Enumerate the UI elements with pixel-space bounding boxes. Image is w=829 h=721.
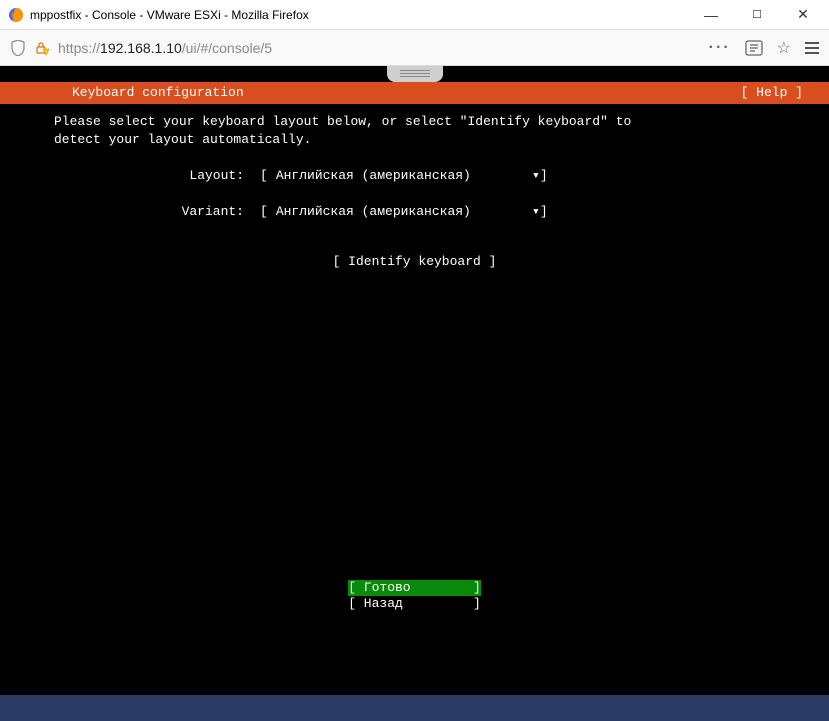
layout-select[interactable]: [ Английская (американская) ▾ ] (260, 168, 548, 184)
hamburger-menu-icon[interactable] (805, 42, 819, 54)
firefox-icon (8, 7, 24, 23)
page-content: Keyboard configuration [ Help ] Please s… (0, 66, 829, 721)
back-button[interactable]: [ Назад ] (348, 596, 481, 612)
chevron-down-icon: ▾ (498, 204, 540, 220)
browser-urlbar: https://192.168.1.10/ui/#/console/5 ··· … (0, 30, 829, 66)
installer-body: Please select your keyboard layout below… (0, 104, 829, 695)
bracket-close: ] (540, 204, 548, 220)
tracking-protection-icon[interactable] (10, 40, 26, 56)
help-button[interactable]: [ Help ] (741, 85, 829, 101)
url-prefix: https:// (58, 40, 100, 56)
footer-buttons: [ Готово ] [ Назад ] (0, 580, 829, 612)
console-top-strip (0, 66, 829, 82)
address-field[interactable]: https://192.168.1.10/ui/#/console/5 (58, 40, 709, 56)
chevron-down-icon: ▾ (498, 168, 540, 184)
console-bottom-bar (0, 695, 829, 721)
bracket-open: [ (260, 204, 268, 220)
layout-row: Layout: [ Английская (американская) ▾ ] (0, 148, 829, 184)
window-titlebar: mppostfix - Console - VMware ESXi - Mozi… (0, 0, 829, 30)
window-controls: — ☐ ✕ (697, 5, 821, 25)
bookmark-icon[interactable]: ☆ (777, 38, 791, 58)
close-button[interactable]: ✕ (789, 5, 817, 25)
instruction-line1: Please select your keyboard layout below… (0, 114, 829, 130)
variant-label: Variant: (0, 204, 260, 220)
instruction-line2: detect your layout automatically. (0, 130, 829, 148)
url-host: 192.168.1.10 (100, 40, 182, 56)
installer-header: Keyboard configuration [ Help ] (0, 82, 829, 104)
done-button[interactable]: [ Готово ] (348, 580, 481, 596)
variant-row: Variant: [ Английская (американская) ▾ ] (0, 184, 829, 220)
variant-select[interactable]: [ Английская (американская) ▾ ] (260, 204, 548, 220)
url-path: /ui/#/console/5 (182, 40, 272, 56)
layout-label: Layout: (0, 168, 260, 184)
window-title: mppostfix - Console - VMware ESXi - Mozi… (30, 8, 697, 22)
console-drag-handle[interactable] (387, 66, 443, 82)
lock-warning-icon[interactable] (34, 40, 50, 56)
bracket-open: [ (260, 168, 268, 184)
minimize-button[interactable]: — (697, 5, 725, 25)
installer-header-title: Keyboard configuration (72, 85, 741, 101)
layout-value: Английская (американская) (268, 168, 498, 184)
urlbar-right-icons: ··· ☆ (709, 38, 819, 58)
variant-value: Английская (американская) (268, 204, 498, 220)
page-actions-icon[interactable]: ··· (709, 39, 731, 57)
text-console: Keyboard configuration [ Help ] Please s… (0, 82, 829, 721)
maximize-button[interactable]: ☐ (743, 5, 771, 25)
identify-keyboard-button[interactable]: [ Identify keyboard ] (0, 220, 829, 270)
bracket-close: ] (540, 168, 548, 184)
reader-mode-icon[interactable] (745, 40, 763, 56)
